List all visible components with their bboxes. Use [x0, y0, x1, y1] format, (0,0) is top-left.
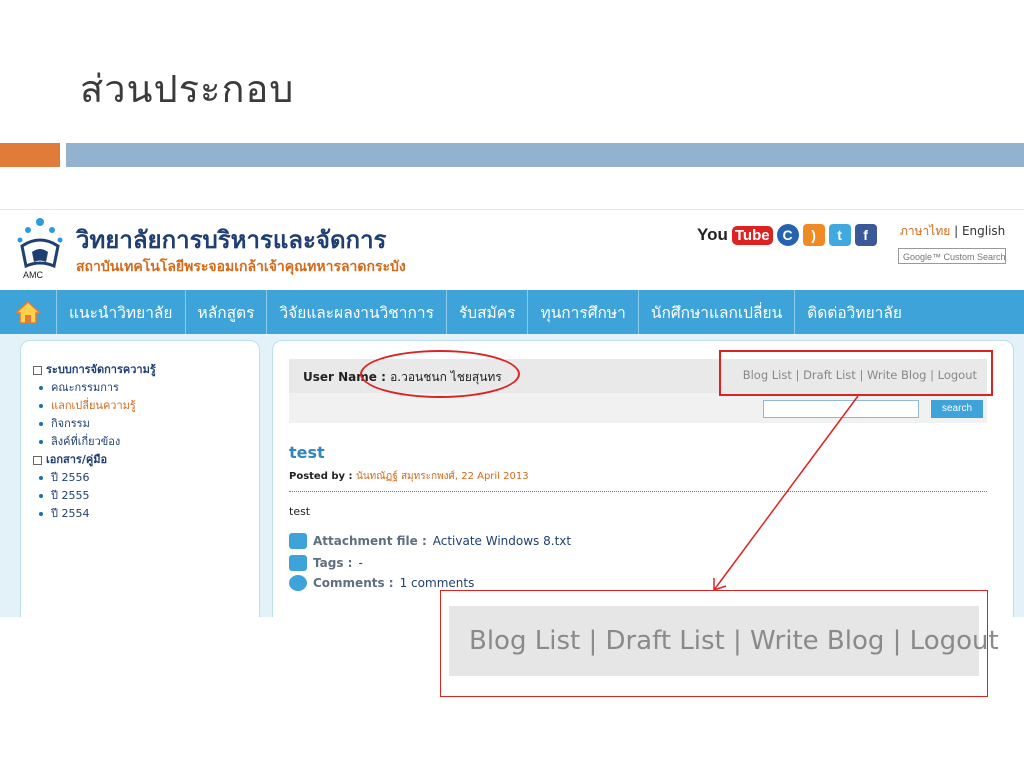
zoom-blog-links: Blog List | Draft List | Write Blog | Lo…: [469, 626, 999, 656]
social-links: You Tube C ) t f: [697, 222, 877, 248]
nav-item-exchange[interactable]: นักศึกษาแลกเปลี่ยน: [639, 290, 796, 334]
file-icon: [289, 533, 307, 549]
sidebar-item-links[interactable]: ลิงค์ที่เกี่ยวข้อง: [33, 433, 156, 451]
zoom-callout: Blog List | Draft List | Write Blog | Lo…: [440, 590, 999, 697]
sidebar-section-docs[interactable]: เอกสาร/คู่มือ: [33, 451, 156, 469]
main-nav: แนะนำวิทยาลัย หลักสูตร วิจัยและผลงานวิชา…: [0, 290, 1024, 334]
chrome-icon[interactable]: C: [776, 224, 799, 246]
sidebar-item-2554[interactable]: ปี 2554: [33, 505, 156, 523]
attachment-link[interactable]: Activate Windows 8.txt: [433, 534, 571, 548]
nav-item-about[interactable]: แนะนำวิทยาลัย: [57, 290, 186, 334]
twitter-icon[interactable]: t: [828, 224, 851, 246]
search-row: search: [289, 393, 987, 423]
lang-english-link[interactable]: English: [962, 224, 1005, 238]
nav-item-curriculum[interactable]: หลักสูตร: [186, 290, 268, 334]
youtube-icon-tube[interactable]: Tube: [731, 225, 773, 245]
college-logo-icon: [17, 218, 63, 269]
bullet-icon: [39, 422, 43, 426]
language-switch: ภาษาไทย | English: [900, 222, 1005, 241]
google-custom-search-input[interactable]: Google™ Custom Search: [898, 248, 1006, 264]
accent-bar-blue: [66, 143, 1024, 167]
facebook-icon[interactable]: f: [854, 224, 877, 246]
post-body: test: [289, 505, 311, 518]
posted-by-value: นันทณัฏฐ์ สมุทระกพงศ์, 22 April 2013: [356, 471, 529, 482]
sidebar-list: ระบบการจัดการความรู้ คณะกรรมการ แลกเปลี่…: [33, 361, 156, 523]
sidebar-item-2556[interactable]: ปี 2556: [33, 469, 156, 487]
bullet-icon: [39, 494, 43, 498]
sidebar-section-km[interactable]: ระบบการจัดการความรู้: [33, 361, 156, 379]
blog-search-input[interactable]: [763, 400, 919, 418]
divider: [289, 491, 987, 492]
sidebar-item-committee[interactable]: คณะกรรมการ: [33, 379, 156, 397]
expand-box-icon: [33, 365, 42, 375]
sidebar-item-2555[interactable]: ปี 2555: [33, 487, 156, 505]
college-name: วิทยาลัยการบริหารและจัดการ: [76, 226, 387, 254]
nav-item-admission[interactable]: รับสมัคร: [447, 290, 529, 334]
bullet-icon: [39, 440, 43, 444]
sidebar: ระบบการจัดการความรู้ คณะกรรมการ แลกเปลี่…: [20, 340, 260, 617]
nav-item-scholarship[interactable]: ทุนการศึกษา: [528, 290, 639, 334]
search-button[interactable]: search: [931, 400, 983, 418]
comments-link[interactable]: 1 comments: [400, 576, 475, 590]
nav-item-research[interactable]: วิจัยและผลงานวิชาการ: [267, 290, 447, 334]
annotation-rect-bloglinks: [719, 350, 993, 396]
lang-separator: |: [950, 224, 962, 238]
home-icon: [15, 300, 41, 324]
youtube-icon-you[interactable]: You: [697, 225, 728, 245]
comments-row: Comments : 1 comments: [289, 575, 474, 591]
bullet-icon: [39, 476, 43, 480]
tags-row: Tags : -: [289, 555, 363, 571]
slide-title: ส่วนประกอบ: [80, 67, 295, 111]
logo-text: AMC: [23, 270, 43, 280]
lang-thai-link[interactable]: ภาษาไทย: [900, 224, 950, 238]
accent-bar-orange: [0, 143, 60, 167]
rss-icon[interactable]: ): [802, 224, 825, 246]
zoom-inner: Blog List | Draft List | Write Blog | Lo…: [449, 606, 999, 676]
site-header: AMC วิทยาลัยการบริหารและจัดการ สถาบันเทค…: [0, 210, 1024, 288]
posted-by: Posted by : นันทณัฏฐ์ สมุทระกพงศ์, 22 Ap…: [289, 471, 529, 482]
nav-item-contact[interactable]: ติดต่อวิทยาลัย: [795, 290, 914, 334]
home-button[interactable]: [0, 290, 57, 334]
bullet-icon: [39, 404, 43, 408]
sidebar-item-exchange-knowledge[interactable]: แลกเปลี่ยนความรู้: [33, 397, 156, 415]
bullet-icon: [39, 512, 43, 516]
college-subtitle: สถาบันเทคโนโลยีพระจอมเกล้าเจ้าคุณทหารลาด…: [76, 259, 406, 275]
post-title[interactable]: test: [289, 443, 325, 462]
annotation-ellipse: [360, 350, 520, 398]
sidebar-item-activities[interactable]: กิจกรรม: [33, 415, 156, 433]
bullet-icon: [39, 386, 43, 390]
expand-box-icon: [33, 455, 42, 465]
tag-icon: [289, 555, 307, 571]
attachment-row: Attachment file : Activate Windows 8.txt: [289, 533, 571, 549]
comment-icon: [289, 575, 307, 591]
website-screenshot: AMC วิทยาลัยการบริหารและจัดการ สถาบันเทค…: [0, 209, 1024, 617]
